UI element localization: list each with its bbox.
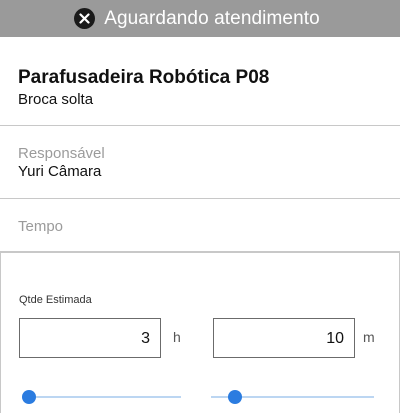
hours-slider-track[interactable]	[29, 396, 181, 398]
status-bar: Aguardando atendimento	[0, 0, 400, 37]
minutes-slider-thumb[interactable]	[228, 390, 243, 404]
hours-slider-thumb[interactable]	[22, 390, 36, 404]
responsavel-field[interactable]: Responsável Yuri Câmara	[0, 126, 400, 199]
tempo-label: Tempo	[18, 218, 64, 235]
tempo-field[interactable]: Tempo	[0, 199, 400, 252]
close-icon	[79, 13, 90, 24]
minutes-input[interactable]: 10	[213, 318, 355, 358]
machine-header: Parafusadeira Robótica P08 Broca solta	[0, 37, 400, 126]
responsavel-value: Yuri Câmara	[18, 163, 102, 180]
close-circle-icon[interactable]	[74, 8, 96, 29]
status-title: Aguardando atendimento	[104, 7, 320, 29]
hours-input[interactable]: 3	[19, 318, 161, 358]
machine-issue: Broca solta	[18, 91, 94, 108]
hours-unit: h	[173, 329, 181, 345]
qtde-estimada-label: Qtde Estimada	[19, 294, 92, 306]
responsavel-label: Responsável	[18, 145, 105, 162]
minutes-unit: m	[363, 329, 375, 345]
machine-name: Parafusadeira Robótica P08	[18, 67, 270, 88]
estimate-card: Qtde Estimada 3 h 10 m	[0, 252, 400, 413]
